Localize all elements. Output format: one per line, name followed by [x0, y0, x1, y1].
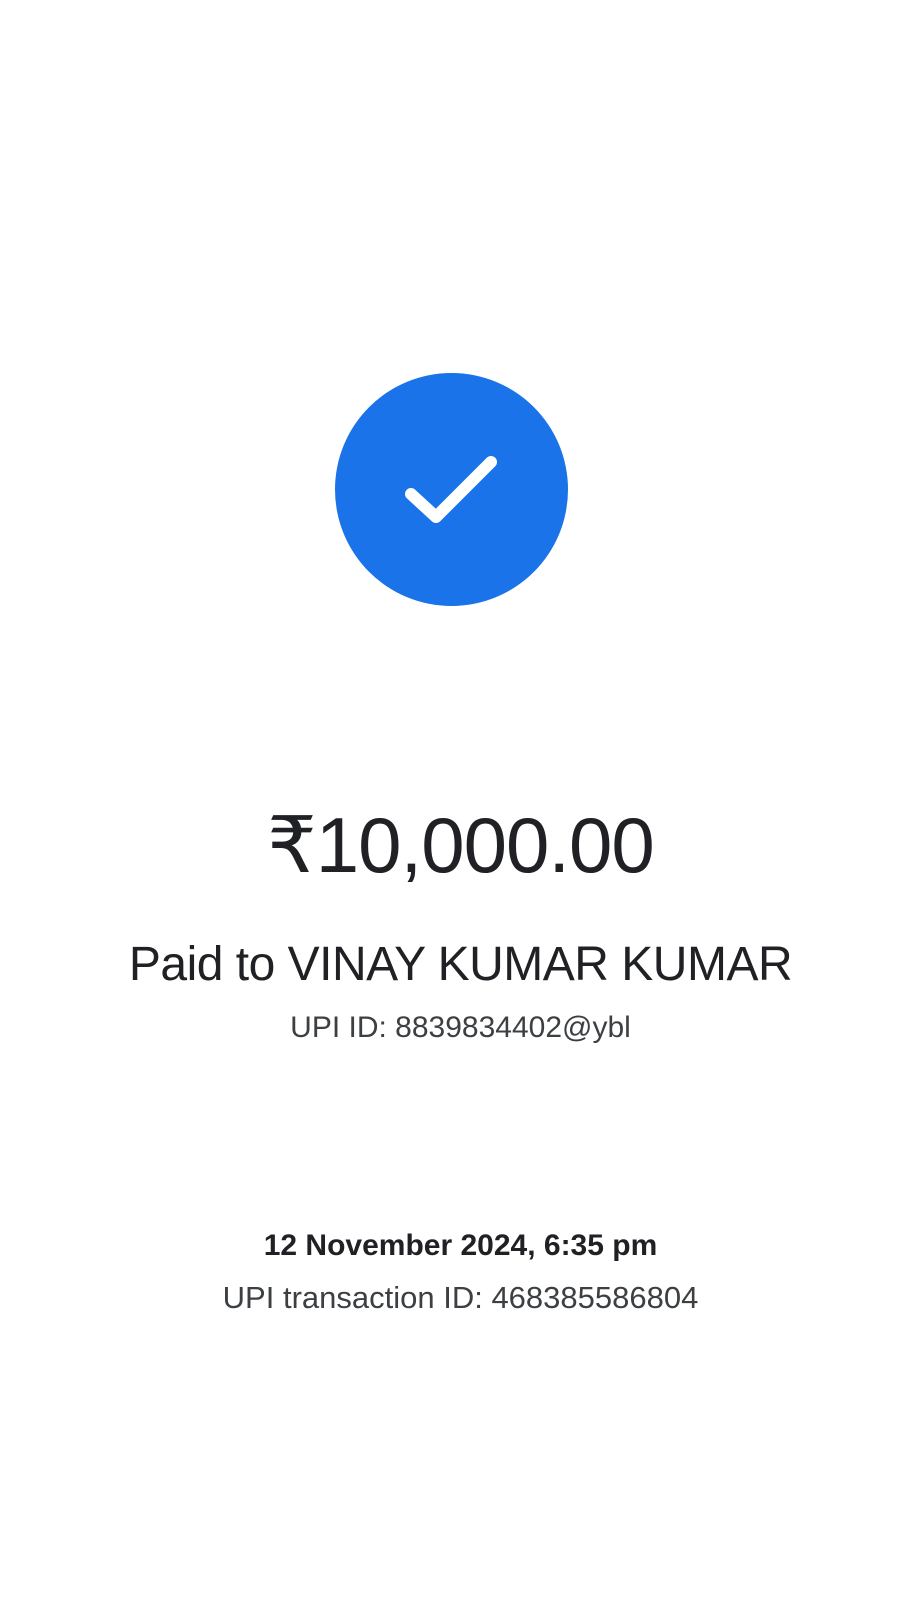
transaction-datetime: 12 November 2024, 6:35 pm: [263, 1229, 658, 1262]
check-mark-icon: [404, 455, 497, 523]
success-check-icon: [335, 373, 568, 606]
payee-name: Paid to VINAY KUMAR KUMAR: [128, 938, 793, 991]
upi-transaction-id: UPI transaction ID: 468385586804: [222, 1280, 699, 1315]
payment-amount: ₹10,000.00: [267, 801, 655, 889]
payee-upi-id: UPI ID: 8839834402@ybl: [290, 1011, 631, 1044]
